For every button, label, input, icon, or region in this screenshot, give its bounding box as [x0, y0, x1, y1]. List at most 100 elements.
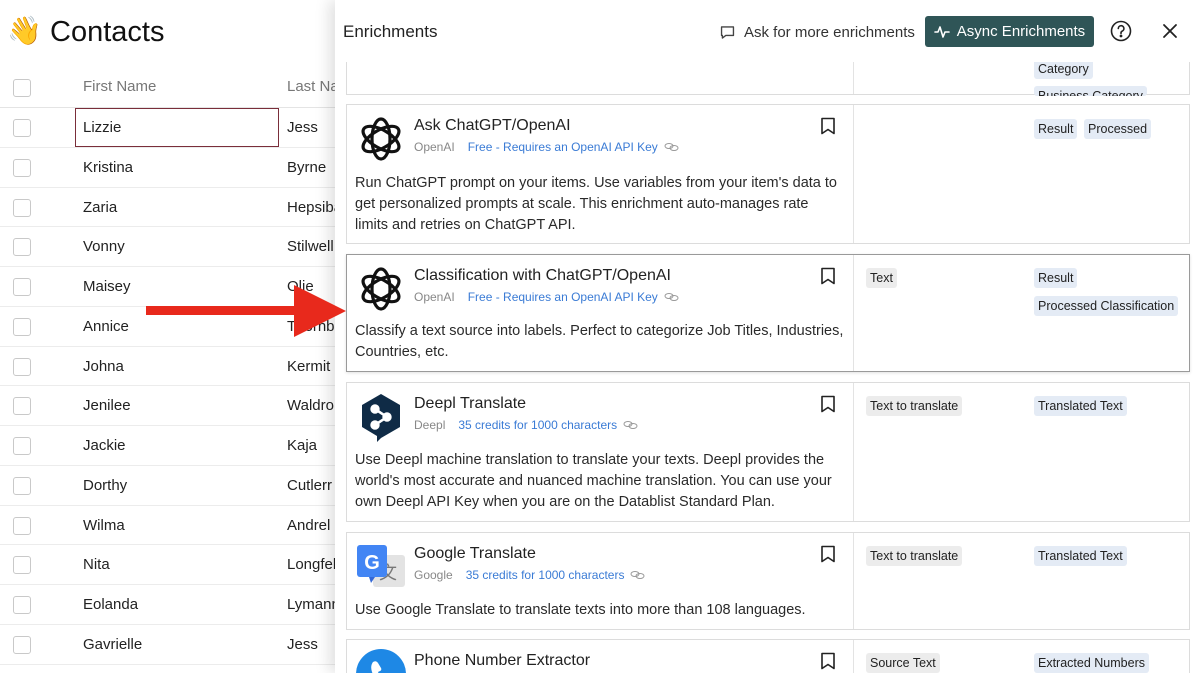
- row-checkbox[interactable]: [13, 238, 31, 257]
- openai-logo-icon: [361, 267, 401, 311]
- table-row[interactable]: Lizzie Jess: [0, 108, 335, 148]
- cell-last-name[interactable]: Longfel: [287, 556, 335, 573]
- cell-last-name[interactable]: Waldron: [287, 397, 335, 414]
- card-divider: [853, 640, 854, 673]
- table-row[interactable]: Vonny Stilwell: [0, 227, 335, 267]
- table-row[interactable]: Jackie Kaja: [0, 426, 335, 466]
- row-checkbox[interactable]: [13, 556, 31, 575]
- enrichment-card-google-translate[interactable]: 文 G Google Translate Google 35 credits f…: [346, 532, 1190, 630]
- output-tag: Result: [1034, 268, 1078, 288]
- help-icon[interactable]: [1110, 20, 1132, 42]
- enrichment-description: Use Google Translate to translate texts …: [355, 602, 806, 618]
- row-checkbox[interactable]: [13, 397, 31, 416]
- cell-first-name[interactable]: Gavrielle: [83, 636, 142, 653]
- cell-first-name[interactable]: Wilma: [83, 517, 125, 534]
- cell-last-name[interactable]: Stilwell: [287, 238, 334, 255]
- enrichment-card-deepl-translate[interactable]: Deepl Translate Deepl 35 credits for 100…: [346, 382, 1190, 522]
- enrichment-name[interactable]: Google Translate: [414, 545, 536, 563]
- cell-first-name[interactable]: Jenilee: [83, 397, 131, 414]
- bookmark-icon[interactable]: [820, 545, 836, 563]
- cell-last-name[interactable]: Hepsiba: [287, 199, 335, 216]
- bookmark-icon[interactable]: [820, 117, 836, 135]
- close-icon[interactable]: [1160, 21, 1180, 41]
- cell-first-name[interactable]: Johna: [83, 358, 124, 375]
- table-header: First Name Last Na: [0, 68, 335, 108]
- panel-header: Enrichments Ask for more enrichments Asy…: [335, 0, 1200, 62]
- row-checkbox[interactable]: [13, 437, 31, 455]
- enrichment-provider: OpenAI: [414, 140, 455, 154]
- card-divider: [853, 62, 854, 94]
- table-row[interactable]: Kristina Byrne: [0, 148, 335, 188]
- row-checkbox[interactable]: [13, 635, 31, 654]
- cell-first-name[interactable]: Vonny: [83, 238, 125, 255]
- cell-first-name[interactable]: Annice: [83, 318, 129, 335]
- cell-first-name[interactable]: Eolanda: [83, 596, 138, 613]
- cell-first-name[interactable]: Dorthy: [83, 477, 127, 494]
- enrichment-price: 35 credits for 1000 characters: [458, 418, 618, 432]
- enrichment-name[interactable]: Ask ChatGPT/OpenAI: [414, 117, 571, 135]
- openai-logo-icon: [361, 117, 401, 161]
- output-tag: Processed: [1084, 119, 1152, 139]
- row-checkbox[interactable]: [13, 596, 31, 614]
- table-row[interactable]: Jenilee Waldron: [0, 386, 335, 426]
- enrichment-card-partial[interactable]: Category Business Category: [346, 62, 1190, 96]
- async-enrichments-button[interactable]: Async Enrichments: [925, 16, 1094, 47]
- enrichment-description: Use Deepl machine translation to transla…: [355, 452, 832, 510]
- table-row[interactable]: Nita Longfel: [0, 545, 335, 585]
- async-enrichments-label: Async Enrichments: [956, 23, 1086, 40]
- cell-first-name[interactable]: Zaria: [83, 199, 117, 216]
- cell-last-name[interactable]: Kaja: [287, 437, 317, 454]
- ask-for-more-enrichments-button[interactable]: Ask for more enrichments: [719, 16, 915, 48]
- row-checkbox[interactable]: [13, 198, 31, 217]
- bookmark-icon[interactable]: [820, 395, 836, 413]
- enrichment-provider: Google: [414, 568, 453, 582]
- card-divider: [853, 383, 854, 521]
- enrichment-name[interactable]: Deepl Translate: [414, 395, 526, 413]
- table-row[interactable]: Eolanda Lymann: [0, 585, 335, 625]
- enrichment-card-phone-number-extractor[interactable]: Phone Number Extractor Source Text Extra…: [346, 639, 1190, 673]
- coins-icon: [664, 143, 679, 151]
- table-row[interactable]: Johna Kermit: [0, 347, 335, 387]
- row-checkbox[interactable]: [13, 278, 31, 296]
- card-divider: [853, 255, 854, 371]
- input-tag: Source Text: [866, 653, 940, 673]
- column-header-first-name[interactable]: First Name: [83, 78, 156, 95]
- enrichment-name[interactable]: Phone Number Extractor: [414, 652, 590, 670]
- table-row[interactable]: Gavrielle Jess: [0, 625, 335, 665]
- row-checkbox[interactable]: [13, 516, 31, 535]
- row-checkbox[interactable]: [13, 158, 31, 177]
- enrichment-description: Classify a text source into labels. Perf…: [355, 323, 844, 360]
- bookmark-icon[interactable]: [820, 267, 836, 285]
- cell-last-name[interactable]: Byrne: [287, 159, 326, 176]
- table-row[interactable]: Dorthy Cutlerr: [0, 466, 335, 506]
- column-header-last-name[interactable]: Last Na: [287, 78, 335, 95]
- row-checkbox[interactable]: [13, 317, 31, 336]
- enrichments-list: Category Business Category Ask ChatGPT/O…: [335, 62, 1200, 673]
- select-all-checkbox[interactable]: [13, 79, 31, 97]
- row-checkbox[interactable]: [13, 476, 31, 495]
- enrichment-meta: Deepl 35 credits for 1000 characters: [414, 418, 638, 432]
- red-arrow-annotation-icon: [146, 285, 346, 337]
- cell-last-name[interactable]: Kermit: [287, 358, 330, 375]
- table-body: Lizzie Jess Kristina Byrne Zaria Hepsiba…: [0, 108, 335, 665]
- cell-first-name[interactable]: Jackie: [83, 437, 126, 454]
- cell-first-name[interactable]: Maisey: [83, 278, 131, 295]
- table-row[interactable]: Wilma Andrel: [0, 506, 335, 546]
- input-tag: Text: [866, 268, 897, 288]
- cell-last-name[interactable]: Jess: [287, 119, 318, 136]
- cell-first-name[interactable]: Nita: [83, 556, 110, 573]
- enrichment-provider: Deepl: [414, 418, 446, 432]
- cell-last-name[interactable]: Cutlerr: [287, 477, 332, 494]
- row-checkbox[interactable]: [13, 119, 31, 137]
- bookmark-icon[interactable]: [820, 652, 836, 670]
- cell-last-name[interactable]: Jess: [287, 636, 318, 653]
- cell-first-name[interactable]: Lizzie: [83, 119, 121, 136]
- cell-last-name[interactable]: Lymann: [287, 596, 335, 613]
- enrichment-card-classification-chatgpt[interactable]: Classification with ChatGPT/OpenAI OpenA…: [346, 254, 1190, 372]
- enrichment-card-ask-chatgpt[interactable]: Ask ChatGPT/OpenAI OpenAI Free - Require…: [346, 104, 1190, 244]
- table-row[interactable]: Zaria Hepsiba: [0, 188, 335, 228]
- row-checkbox[interactable]: [13, 357, 31, 376]
- cell-last-name[interactable]: Andrel: [287, 517, 330, 534]
- enrichment-name[interactable]: Classification with ChatGPT/OpenAI: [414, 267, 671, 285]
- cell-first-name[interactable]: Kristina: [83, 159, 133, 176]
